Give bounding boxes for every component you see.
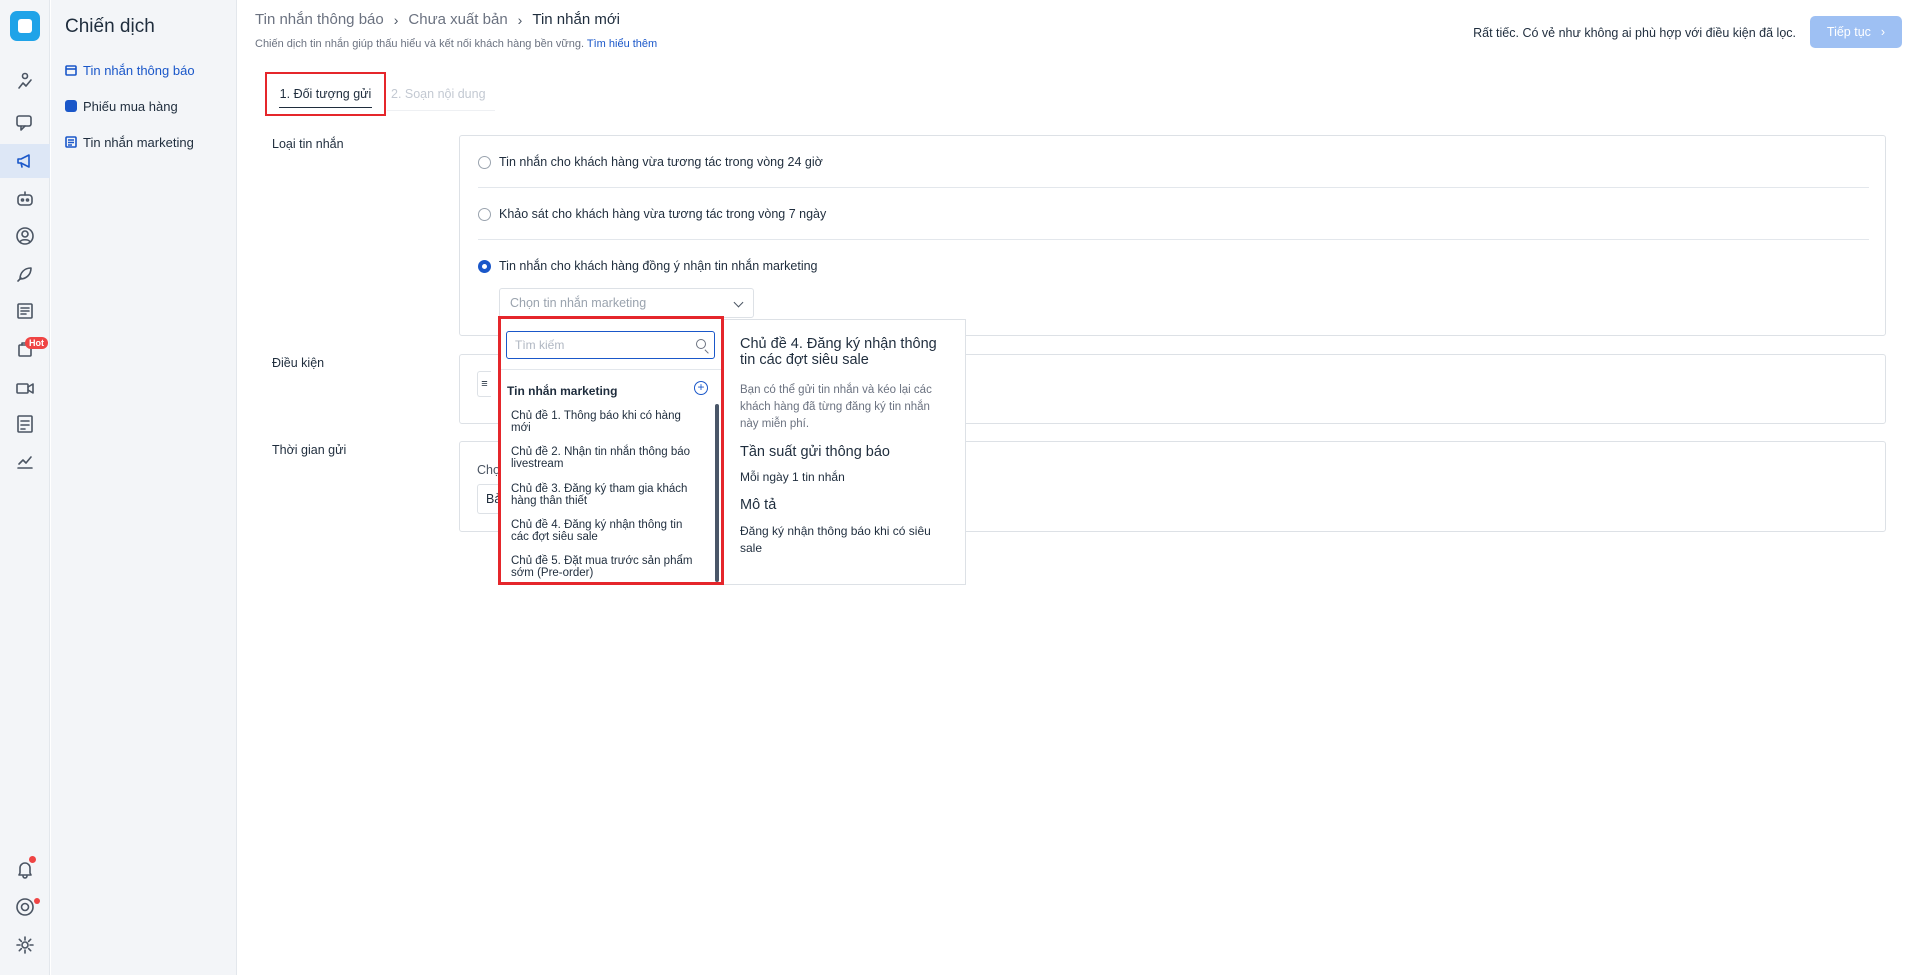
campaign-sidebar: Chiến dịch Tin nhắn thông báo Phiếu mua … <box>51 0 237 975</box>
add-icon[interactable]: + <box>694 381 708 395</box>
chart-icon[interactable] <box>0 444 50 478</box>
chat-icon[interactable] <box>0 106 50 140</box>
breadcrumb-item[interactable]: Chưa xuất bản <box>408 11 507 28</box>
option-label: Khảo sát cho khách hàng vừa tương tác tr… <box>499 207 827 221</box>
support-dot <box>34 898 40 904</box>
breadcrumb: Tin nhắn thông báo › Chưa xuất bản › Tin… <box>255 11 620 28</box>
option-survey-7d[interactable]: Khảo sát cho khách hàng vừa tương tác tr… <box>478 207 826 221</box>
icon-rail: Hot <box>0 0 50 975</box>
sidebar-title: Chiến dịch <box>65 16 155 37</box>
chevron-right-icon: › <box>393 11 399 28</box>
sidebar-item-marketing[interactable]: Tin nhắn marketing <box>65 132 194 152</box>
filter-result-message: Rất tiếc. Có vẻ như không ai phù hợp với… <box>1473 26 1796 40</box>
report-icon[interactable] <box>0 407 50 441</box>
preview-title: Chủ đề 4. Đăng ký nhận thông tin các đợt… <box>740 336 937 368</box>
condition-label: Điều kiện <box>272 356 325 370</box>
divider <box>478 187 1869 188</box>
support-icon[interactable] <box>0 890 50 924</box>
rocket-icon[interactable] <box>0 257 50 291</box>
page-subtitle: Chiến dịch tin nhắn giúp thấu hiểu và kế… <box>255 38 657 50</box>
message-type-box: Tin nhắn cho khách hàng vừa tương tác tr… <box>459 135 1886 336</box>
option-marketing[interactable]: Tin nhắn cho khách hàng đồng ý nhận tin … <box>478 259 818 273</box>
frequency-value: Mỗi ngày 1 tin nhắn <box>740 470 845 484</box>
dropdown-search-input[interactable]: Tìm kiếm <box>506 331 715 359</box>
learn-more-link[interactable]: Tìm hiểu thêm <box>587 38 657 50</box>
sidebar-item-label: Phiếu mua hàng <box>83 98 178 114</box>
preview-description: Bạn có thể gửi tin nhắn và kéo lại các k… <box>740 384 932 430</box>
voucher-icon <box>65 100 77 112</box>
marketing-dropdown: Tìm kiếm Tin nhắn marketing + Chủ đề 1. … <box>498 316 724 585</box>
radio-button-selected[interactable] <box>478 259 491 273</box>
video-icon[interactable] <box>0 370 50 404</box>
dropdown-option[interactable]: Chủ đề 3. Đăng ký tham gia khách hàng th… <box>511 483 701 507</box>
user-icon[interactable] <box>0 219 50 253</box>
chevron-right-icon: › <box>517 11 523 28</box>
breadcrumb-item[interactable]: Tin nhắn thông báo <box>255 11 384 28</box>
filter-icon[interactable]: ≡ <box>477 371 491 397</box>
hot-badge: Hot <box>25 337 48 349</box>
description-heading: Mô tả <box>740 497 777 513</box>
analytics-icon[interactable] <box>0 64 50 98</box>
sidebar-item-label: Tin nhắn thông báo <box>83 62 195 78</box>
list-icon <box>65 136 77 148</box>
divider <box>501 369 721 370</box>
logo-icon[interactable] <box>10 11 40 41</box>
divider <box>478 239 1869 240</box>
calendar-icon <box>65 65 77 76</box>
description-value: Đăng ký nhận thông báo khi có siêu sale <box>740 524 931 555</box>
next-button[interactable]: Tiếp tục › <box>1810 16 1902 48</box>
send-time-select[interactable]: Bả <box>477 484 501 514</box>
sidebar-item-label: Tin nhắn marketing <box>83 134 194 150</box>
sidebar-item-notification[interactable]: Tin nhắn thông báo <box>65 60 195 80</box>
breadcrumb-current: Tin nhắn mới <box>532 11 620 28</box>
bell-icon[interactable] <box>0 852 50 886</box>
select-placeholder: Chọn tin nhắn marketing <box>510 296 647 310</box>
chevron-right-icon: › <box>1880 25 1886 39</box>
dropdown-option[interactable]: Chủ đề 2. Nhận tin nhắn thông báo livest… <box>511 446 701 470</box>
dropdown-option[interactable]: Chủ đề 5. Đặt mua trước sản phẩm sớm (Pr… <box>511 555 701 579</box>
option-label: Tin nhắn cho khách hàng vừa tương tác tr… <box>499 155 823 169</box>
radio-button[interactable] <box>478 207 491 221</box>
search-icon <box>696 339 706 349</box>
dropdown-group-title: Tin nhắn marketing <box>507 384 618 398</box>
bot-icon[interactable] <box>0 182 50 216</box>
option-24h[interactable]: Tin nhắn cho khách hàng vừa tương tác tr… <box>478 155 823 169</box>
send-time-field-label: Chọ <box>477 463 500 477</box>
tab-recipients[interactable]: 1. Đối tượng gửi <box>265 72 386 116</box>
sidebar-item-voucher[interactable]: Phiếu mua hàng <box>65 96 178 116</box>
send-time-label: Thời gian gửi <box>272 443 347 457</box>
search-placeholder: Tìm kiếm <box>515 338 565 352</box>
megaphone-icon[interactable] <box>0 144 50 178</box>
tab-compose[interactable]: 2. Soạn nội dung <box>391 87 486 101</box>
marketing-message-select[interactable]: Chọn tin nhắn marketing <box>499 288 754 318</box>
news-icon[interactable] <box>0 294 50 328</box>
notification-badge <box>27 854 38 865</box>
dropdown-option[interactable]: Chủ đề 1. Thông báo khi có hàng mới <box>511 410 701 434</box>
option-label: Tin nhắn cho khách hàng đồng ý nhận tin … <box>499 259 818 273</box>
message-type-label: Loại tin nhắn <box>272 137 344 151</box>
frequency-heading: Tần suất gửi thông báo <box>740 444 890 460</box>
dropdown-scrollbar[interactable] <box>715 404 719 582</box>
radio-button[interactable] <box>478 155 491 169</box>
gear-icon[interactable] <box>0 928 50 962</box>
chevron-down-icon <box>733 297 744 308</box>
topic-preview: Chủ đề 4. Đăng ký nhận thông tin các đợt… <box>724 319 966 585</box>
dropdown-option[interactable]: Chủ đề 4. Đăng ký nhận thông tin các đợt… <box>511 519 701 543</box>
next-button-label: Tiếp tục <box>1826 25 1871 39</box>
subtitle-text: Chiến dịch tin nhắn giúp thấu hiểu và kế… <box>255 38 585 50</box>
steps-divider <box>387 110 495 111</box>
